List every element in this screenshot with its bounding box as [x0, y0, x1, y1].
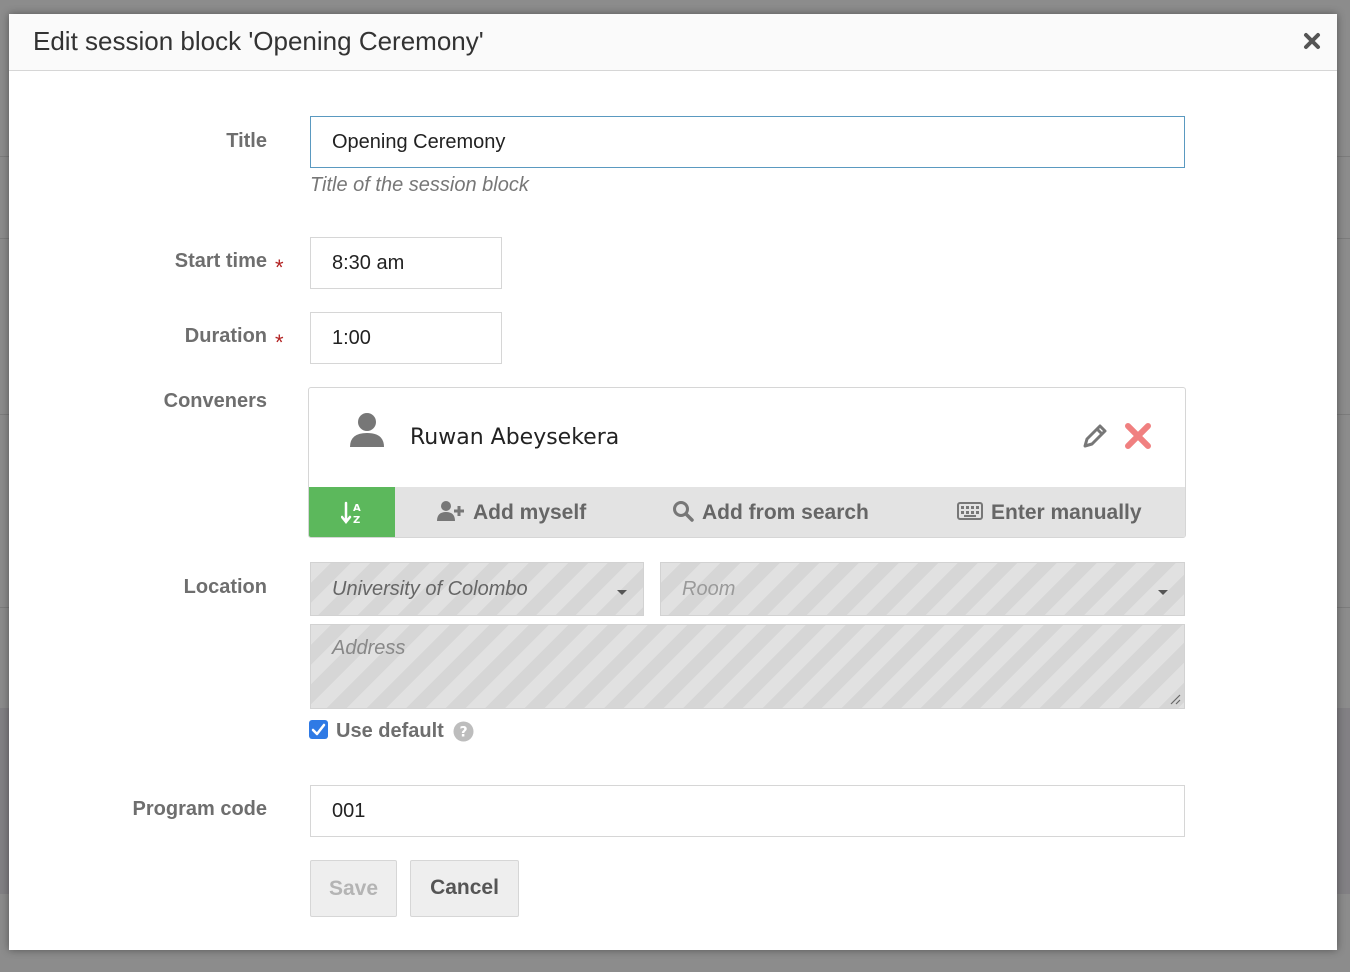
cancel-button[interactable]: Cancel [410, 860, 519, 917]
room-placeholder: Room [682, 578, 736, 600]
add-from-search-button[interactable]: Add from search [672, 487, 869, 537]
x-icon[interactable] [1124, 422, 1152, 455]
conveners-label: Conveners [163, 390, 267, 412]
save-button[interactable]: Save [310, 860, 397, 917]
svg-text:Z: Z [353, 515, 360, 525]
add-myself-button[interactable]: Add myself [437, 487, 587, 537]
sort-button[interactable]: A Z [309, 487, 395, 537]
address-field[interactable]: Address [310, 624, 1185, 709]
chevron-down-icon [1158, 590, 1168, 595]
room-select[interactable]: Room [660, 562, 1185, 616]
title-input[interactable] [310, 116, 1185, 168]
convener-name: Ruwan Abeysekera [410, 425, 620, 450]
enter-manually-label: Enter manually [991, 501, 1142, 524]
svg-text:?: ? [459, 725, 467, 741]
dialog-title: Edit session block 'Opening Ceremony' [33, 26, 484, 56]
keyboard-icon [957, 502, 983, 521]
chevron-down-icon [617, 590, 627, 595]
conveners-widget: Ruwan Abeysekera A Z Add myself Add from… [308, 387, 1186, 538]
use-default-label: Use default [336, 720, 444, 742]
enter-manually-button[interactable]: Enter manually [957, 487, 1142, 537]
venue-value: University of Colombo [332, 578, 528, 600]
edit-session-block-dialog: Edit session block 'Opening Ceremony' Ti… [9, 14, 1337, 950]
address-placeholder: Address [332, 637, 406, 659]
location-label: Location [183, 576, 267, 598]
user-plus-icon [437, 501, 464, 522]
use-default-checkbox[interactable] [309, 720, 328, 739]
conveners-toolbar: A Z Add myself Add from search Enter man… [309, 487, 1185, 537]
add-from-search-label: Add from search [702, 501, 869, 524]
search-icon [673, 501, 694, 523]
close-icon [1304, 33, 1320, 49]
required-marker: * [275, 255, 284, 280]
add-myself-label: Add myself [473, 501, 587, 524]
start-time-input[interactable] [310, 237, 502, 289]
duration-input[interactable] [310, 312, 502, 364]
close-button[interactable] [1303, 32, 1325, 54]
start-time-label: Start time [174, 250, 267, 272]
title-label: Title [226, 130, 267, 152]
program-code-input[interactable] [310, 785, 1185, 837]
venue-select[interactable]: University of Colombo [310, 562, 644, 616]
person-icon [349, 412, 385, 453]
pencil-icon[interactable] [1081, 422, 1109, 455]
resize-handle-icon[interactable] [1169, 693, 1181, 705]
required-marker: * [275, 330, 284, 355]
sort-alpha-icon: A Z [341, 501, 361, 525]
question-circle-icon[interactable]: ? [453, 721, 474, 747]
checkmark-icon [311, 723, 326, 736]
svg-text:A: A [353, 503, 361, 514]
program-code-label: Program code [132, 798, 267, 820]
dialog-header: Edit session block 'Opening Ceremony' [9, 14, 1337, 71]
title-hint: Title of the session block [310, 174, 529, 196]
duration-label: Duration [184, 325, 267, 347]
